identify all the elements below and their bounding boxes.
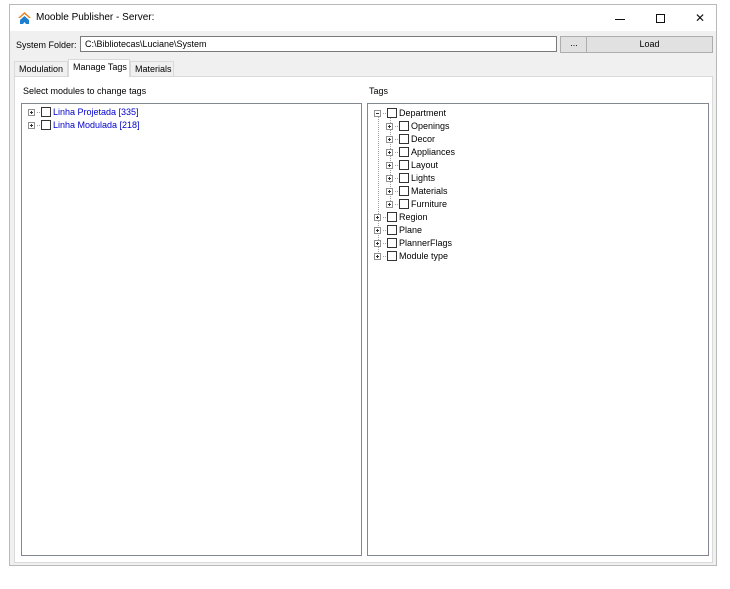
expand-icon[interactable] xyxy=(374,239,381,247)
minimize-button[interactable] xyxy=(600,5,640,31)
expand-icon[interactable] xyxy=(28,108,35,116)
expand-icon[interactable] xyxy=(374,252,381,260)
module-checkbox[interactable] xyxy=(41,107,51,117)
tree-node-tag[interactable]: Openings xyxy=(386,120,450,132)
module-checkbox[interactable] xyxy=(41,120,51,130)
module-label: Linha Modulada [218] xyxy=(53,120,140,130)
tag-checkbox[interactable] xyxy=(399,199,409,209)
tab-materials[interactable]: Materials xyxy=(130,61,174,76)
tag-checkbox[interactable] xyxy=(399,121,409,131)
expand-icon[interactable] xyxy=(386,135,393,143)
main-window: Mooble Publisher - Server: ✕ System Fold… xyxy=(9,4,717,566)
tag-label: Lights xyxy=(411,173,436,183)
tag-checkbox[interactable] xyxy=(399,134,409,144)
house-icon xyxy=(18,12,31,24)
tag-label: Furniture xyxy=(411,199,448,209)
tree-node-tag[interactable]: Department xyxy=(374,107,446,119)
minimize-icon xyxy=(615,18,625,20)
browse-button[interactable]: ... xyxy=(560,36,588,53)
tree-node-tag[interactable]: Plane xyxy=(374,224,422,236)
tree-node-module[interactable]: Linha Modulada [218] xyxy=(28,119,140,131)
tree-node-tag[interactable]: Lights xyxy=(386,172,435,184)
tree-node-module[interactable]: Linha Projetada [335] xyxy=(28,106,139,118)
tree-node-tag[interactable]: PlannerFlags xyxy=(374,237,452,249)
tag-label: Appliances xyxy=(411,147,456,157)
tag-label: Layout xyxy=(411,160,439,170)
modules-tree[interactable]: Linha Projetada [335] Linha Modulada [21… xyxy=(21,103,362,556)
tag-label: Decor xyxy=(411,134,436,144)
expand-icon[interactable] xyxy=(386,148,393,156)
system-folder-input[interactable]: C:\Bibliotecas\Luciane\System xyxy=(80,36,557,52)
tree-node-tag[interactable]: Region xyxy=(374,211,428,223)
tree-node-tag[interactable]: Layout xyxy=(386,159,438,171)
load-button[interactable]: Load xyxy=(586,36,713,53)
tags-tree[interactable]: Department Openings Decor Appliances Lay… xyxy=(367,103,709,556)
expand-icon[interactable] xyxy=(374,226,381,234)
collapse-icon[interactable] xyxy=(374,109,381,117)
tree-node-tag[interactable]: Furniture xyxy=(386,198,447,210)
tab-manage-tags[interactable]: Manage Tags xyxy=(68,59,130,77)
modules-pane-label: Select modules to change tags xyxy=(23,86,147,96)
tag-checkbox[interactable] xyxy=(387,225,397,235)
expand-icon[interactable] xyxy=(28,121,35,129)
tree-node-tag[interactable]: Decor xyxy=(386,133,435,145)
maximize-icon xyxy=(655,13,665,23)
tag-label: Openings xyxy=(411,121,450,131)
tag-checkbox[interactable] xyxy=(387,251,397,261)
tag-label: Materials xyxy=(411,186,448,196)
expand-icon[interactable] xyxy=(386,122,393,130)
tag-checkbox[interactable] xyxy=(399,160,409,170)
tree-node-tag[interactable]: Module type xyxy=(374,250,448,262)
tag-checkbox[interactable] xyxy=(387,212,397,222)
expand-icon[interactable] xyxy=(386,174,393,182)
tag-checkbox[interactable] xyxy=(399,147,409,157)
tree-node-tag[interactable]: Materials xyxy=(386,185,448,197)
tag-label: PlannerFlags xyxy=(399,238,453,248)
expand-icon[interactable] xyxy=(386,161,393,169)
tag-label: Module type xyxy=(399,251,449,261)
tag-checkbox[interactable] xyxy=(399,173,409,183)
tag-label: Department xyxy=(399,108,447,118)
tag-label: Plane xyxy=(399,225,423,235)
tag-checkbox[interactable] xyxy=(387,238,397,248)
tree-node-tag[interactable]: Appliances xyxy=(386,146,455,158)
window-title: Mooble Publisher - Server: xyxy=(36,12,155,23)
maximize-button[interactable] xyxy=(640,5,680,31)
tag-checkbox[interactable] xyxy=(387,108,397,118)
tags-pane-label: Tags xyxy=(369,86,389,96)
tab-modulation[interactable]: Modulation xyxy=(14,61,68,76)
tag-label: Region xyxy=(399,212,428,222)
module-label: Linha Projetada [335] xyxy=(53,107,139,117)
close-icon: ✕ xyxy=(694,11,706,25)
close-button[interactable]: ✕ xyxy=(680,5,720,31)
expand-icon[interactable] xyxy=(386,200,393,208)
expand-icon[interactable] xyxy=(374,213,381,221)
expand-icon[interactable] xyxy=(386,187,393,195)
title-bar[interactable]: Mooble Publisher - Server: ✕ xyxy=(10,5,716,31)
tag-checkbox[interactable] xyxy=(399,186,409,196)
system-folder-label: System Folder: xyxy=(16,40,77,50)
